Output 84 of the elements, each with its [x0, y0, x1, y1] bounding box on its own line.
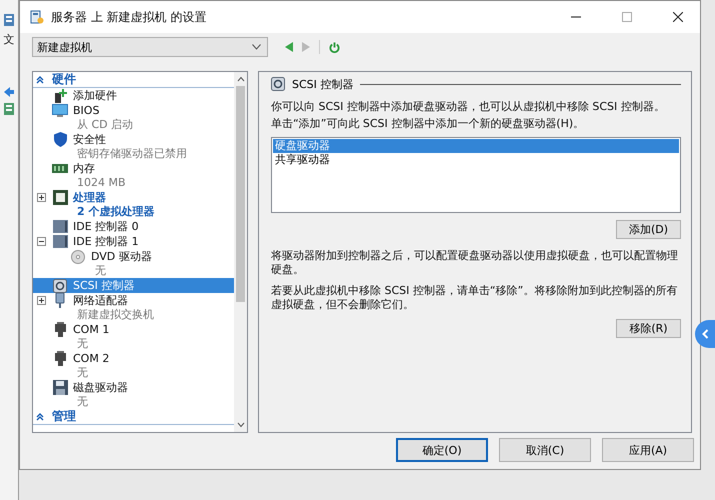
drive-type-list[interactable]: 硬盘驱动器 共享驱动器: [271, 137, 681, 213]
back-arrow-icon[interactable]: [4, 87, 14, 97]
item-label: 安全性: [73, 132, 107, 147]
controller-icon: [52, 220, 68, 233]
window-title: 服务器 上 新建虚拟机 的设置: [51, 8, 206, 26]
tree-item[interactable]: BIOS 从 CD 启动: [33, 103, 234, 132]
item-detail: 密钥存储驱动器已禁用: [76, 147, 187, 161]
item-label: BIOS: [73, 103, 100, 118]
section-header[interactable]: 管理: [33, 409, 234, 425]
item-label: 内存: [73, 161, 96, 176]
add-button[interactable]: 添加(D): [616, 220, 681, 239]
item-label: COM 2: [73, 351, 110, 366]
processor-icon: [52, 190, 68, 205]
item-label: 磁盘驱动器: [73, 380, 128, 395]
power-icon[interactable]: [329, 42, 340, 52]
controller-chip-icon: [53, 278, 67, 292]
item-label: 处理器: [73, 190, 107, 205]
network-adapter-icon: [55, 293, 65, 308]
dialog-button[interactable]: 取消(C): [499, 438, 591, 462]
serial-port-icon: [54, 322, 66, 337]
item-label: 网络适配器: [73, 293, 129, 308]
item-detail: 无: [76, 395, 89, 409]
item-detail: 无: [76, 366, 89, 380]
menu-text[interactable]: 文: [4, 32, 14, 47]
item-detail: 无: [76, 337, 89, 351]
controller-chip-icon: [271, 77, 285, 91]
item-label: IDE 控制器 0: [73, 219, 139, 234]
scroll-up-icon[interactable]: [236, 76, 244, 82]
chevron-left-icon: [702, 329, 708, 339]
vm-dropdown[interactable]: 新建虚拟机: [32, 37, 268, 57]
tree-item[interactable]: 内存 1024 MB: [33, 161, 234, 190]
tree-item[interactable]: DVD 驱动器 无: [33, 249, 234, 278]
tree-item[interactable]: COM 1 无: [33, 322, 234, 351]
tree-item[interactable]: 处理器 2 个虚拟处理器: [33, 190, 234, 219]
list-option[interactable]: 共享驱动器: [273, 153, 679, 167]
item-detail: 新建虚拟交换机: [76, 308, 154, 322]
item-label: COM 1: [73, 322, 110, 337]
tree-item[interactable]: IDE 控制器 0: [33, 219, 234, 234]
description-text: 单击“添加”可向此 SCSI 控制器中添加一个新的硬盘驱动器(H)。: [271, 117, 586, 131]
expand-icon[interactable]: [37, 193, 46, 202]
item-label: SCSI 控制器: [73, 278, 134, 293]
item-detail: 2 个虚拟处理器: [76, 205, 154, 219]
tree-item[interactable]: SCSI 控制器: [33, 278, 234, 293]
tree-item[interactable]: 安全性 密钥存储驱动器已禁用: [33, 132, 234, 161]
description-text: 你可以向 SCSI 控制器中添加硬盘驱动器，也可以从虚拟机中移除 SCSI 控制器。: [271, 100, 666, 114]
description-text: 若要从此虚拟机中移除 SCSI 控制器，请单击“移除”。将移除附加到此控制器的所有虚拟硬盘，但不会删除它们。: [271, 284, 678, 312]
item-label: 添加硬件: [73, 88, 117, 103]
maximize-icon: [622, 12, 632, 22]
tree-item[interactable]: 添加硬件: [33, 88, 234, 103]
collapse-icon[interactable]: [37, 237, 46, 246]
chevron-icon: [36, 412, 44, 420]
memory-icon: [52, 164, 68, 173]
controller-icon: [52, 235, 68, 248]
chevron-icon: [36, 76, 44, 84]
previous-icon[interactable]: [285, 42, 293, 52]
list-option[interactable]: 硬盘驱动器: [273, 139, 679, 153]
settings-window-icon: [30, 10, 44, 24]
monitor-icon: [52, 104, 68, 117]
item-detail: 1024 MB: [76, 176, 126, 190]
item-detail: 无: [94, 264, 107, 278]
shield-icon: [54, 132, 66, 147]
add-hardware-icon: [53, 88, 67, 102]
description-text: 将驱动器附加到控制器之后，可以配置硬盘驱动器以使用虚拟硬盘，也可以配置物理硬盘。: [271, 249, 679, 277]
scrollbar[interactable]: [234, 72, 247, 432]
tree-item[interactable]: COM 2 无: [33, 351, 234, 380]
grid-icon: [4, 14, 14, 26]
item-detail: 从 CD 启动: [76, 118, 134, 132]
tree-item[interactable]: 网络适配器 新建虚拟交换机: [33, 293, 234, 322]
dropdown-caret-icon: [252, 44, 261, 50]
tree-item[interactable]: 磁盘驱动器 无: [33, 380, 234, 409]
tree-item[interactable]: IDE 控制器 1: [33, 234, 234, 249]
dialog-button[interactable]: 确定(O): [396, 438, 488, 462]
remove-button[interactable]: 移除(R): [616, 319, 681, 338]
panel-title: SCSI 控制器: [292, 76, 354, 92]
item-label: IDE 控制器 1: [73, 234, 139, 249]
section-header[interactable]: 硬件: [33, 72, 234, 88]
grid-icon: [4, 103, 14, 115]
close-icon: [673, 12, 683, 22]
scroll-down-icon[interactable]: [236, 422, 244, 428]
expand-icon[interactable]: [37, 296, 46, 305]
disc-icon: [71, 250, 85, 264]
serial-port-icon: [54, 351, 66, 366]
dialog-button[interactable]: 应用(A): [602, 438, 694, 462]
item-label: DVD 驱动器: [91, 249, 152, 264]
